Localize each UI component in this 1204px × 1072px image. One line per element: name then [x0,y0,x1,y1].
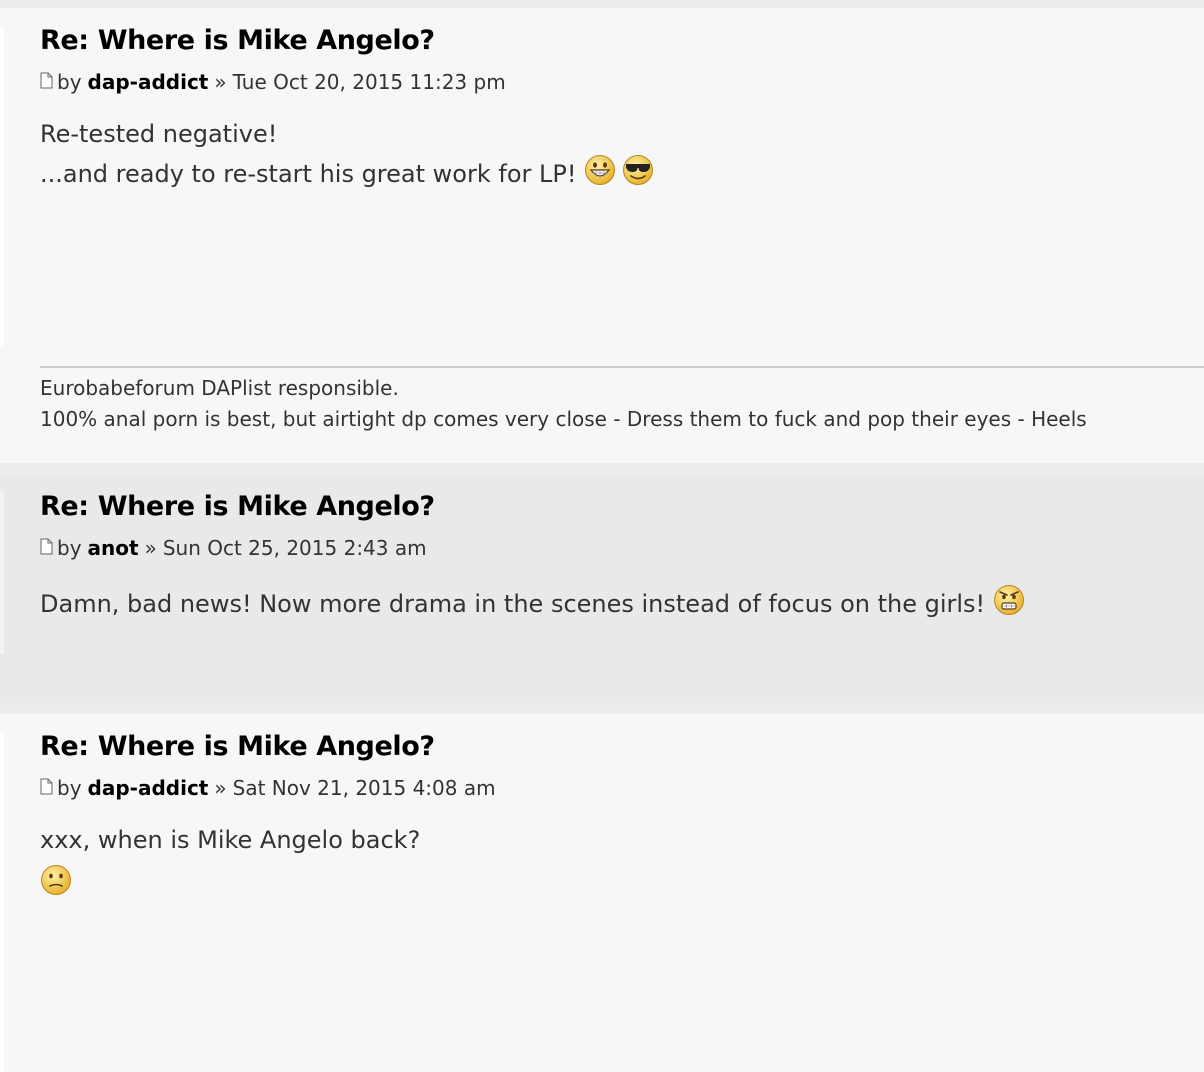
content-line: Re-tested negative! [40,114,654,154]
content-line: xxx, when is Mike Angelo back? [40,820,420,860]
meta-separator: » [214,70,227,94]
post-content: Re-tested negative! ...and ready to re-s… [40,114,654,194]
post-icon[interactable] [40,72,53,89]
meta-separator: » [214,776,227,800]
signature-line: Eurobabeforum DAPlist responsible. [40,376,399,400]
post-title[interactable]: Re: Where is Mike Angelo? [40,25,435,56]
topic-page: Re: Where is Mike Angelo? by dap-addict … [0,0,1204,1072]
meta-separator: » [144,536,157,560]
signature-line: 100% anal porn is best, but airtight dp … [40,407,1087,431]
grin-smiley-icon [585,155,616,185]
signature-divider [40,366,1204,368]
content-line: Damn, bad news! Now more drama in the sc… [40,584,1025,624]
post-content: Damn, bad news! Now more drama in the sc… [40,584,1025,624]
post-left-border [0,26,4,346]
author-link[interactable]: anot [88,536,139,560]
content-line: ...and ready to re-start his great work … [40,154,654,194]
by-label: by [57,70,82,94]
post: Re: Where is Mike Angelo? by dap-addict … [0,8,1204,463]
post-meta: by dap-addict » Sat Nov 21, 2015 4:08 am [40,776,496,800]
post: Re: Where is Mike Angelo? by dap-addict … [0,714,1204,1072]
content-line [40,860,420,900]
signature: Eurobabeforum DAPlist responsible. 100% … [40,373,1087,435]
post-icon[interactable] [40,538,53,555]
post-date: Sun Oct 25, 2015 2:43 am [162,536,427,560]
content-text: Damn, bad news! Now more drama in the sc… [40,590,986,618]
author-link[interactable]: dap-addict [88,70,209,94]
post-content: xxx, when is Mike Angelo back? [40,820,420,900]
content-text: Re-tested negative! [40,120,278,148]
post: Re: Where is Mike Angelo? by anot » Sun … [0,474,1204,703]
post-date: Sat Nov 21, 2015 4:08 am [232,776,496,800]
post-meta: by anot » Sun Oct 25, 2015 2:43 am [40,536,427,560]
post-meta: by dap-addict » Tue Oct 20, 2015 11:23 p… [40,70,506,94]
post-icon[interactable] [40,778,53,795]
cool-smiley-icon [623,155,654,185]
post-left-border [0,492,4,654]
by-label: by [57,536,82,560]
content-text: xxx, when is Mike Angelo back? [40,826,421,854]
post-title[interactable]: Re: Where is Mike Angelo? [40,491,435,522]
confused-smiley-icon [41,865,71,895]
author-link[interactable]: dap-addict [88,776,209,800]
by-label: by [57,776,82,800]
post-title[interactable]: Re: Where is Mike Angelo? [40,731,435,762]
post-date: Tue Oct 20, 2015 11:23 pm [232,70,506,94]
post-left-border [0,732,4,1072]
content-text: ...and ready to re-start his great work … [40,160,577,188]
mad-smiley-icon [994,585,1025,615]
